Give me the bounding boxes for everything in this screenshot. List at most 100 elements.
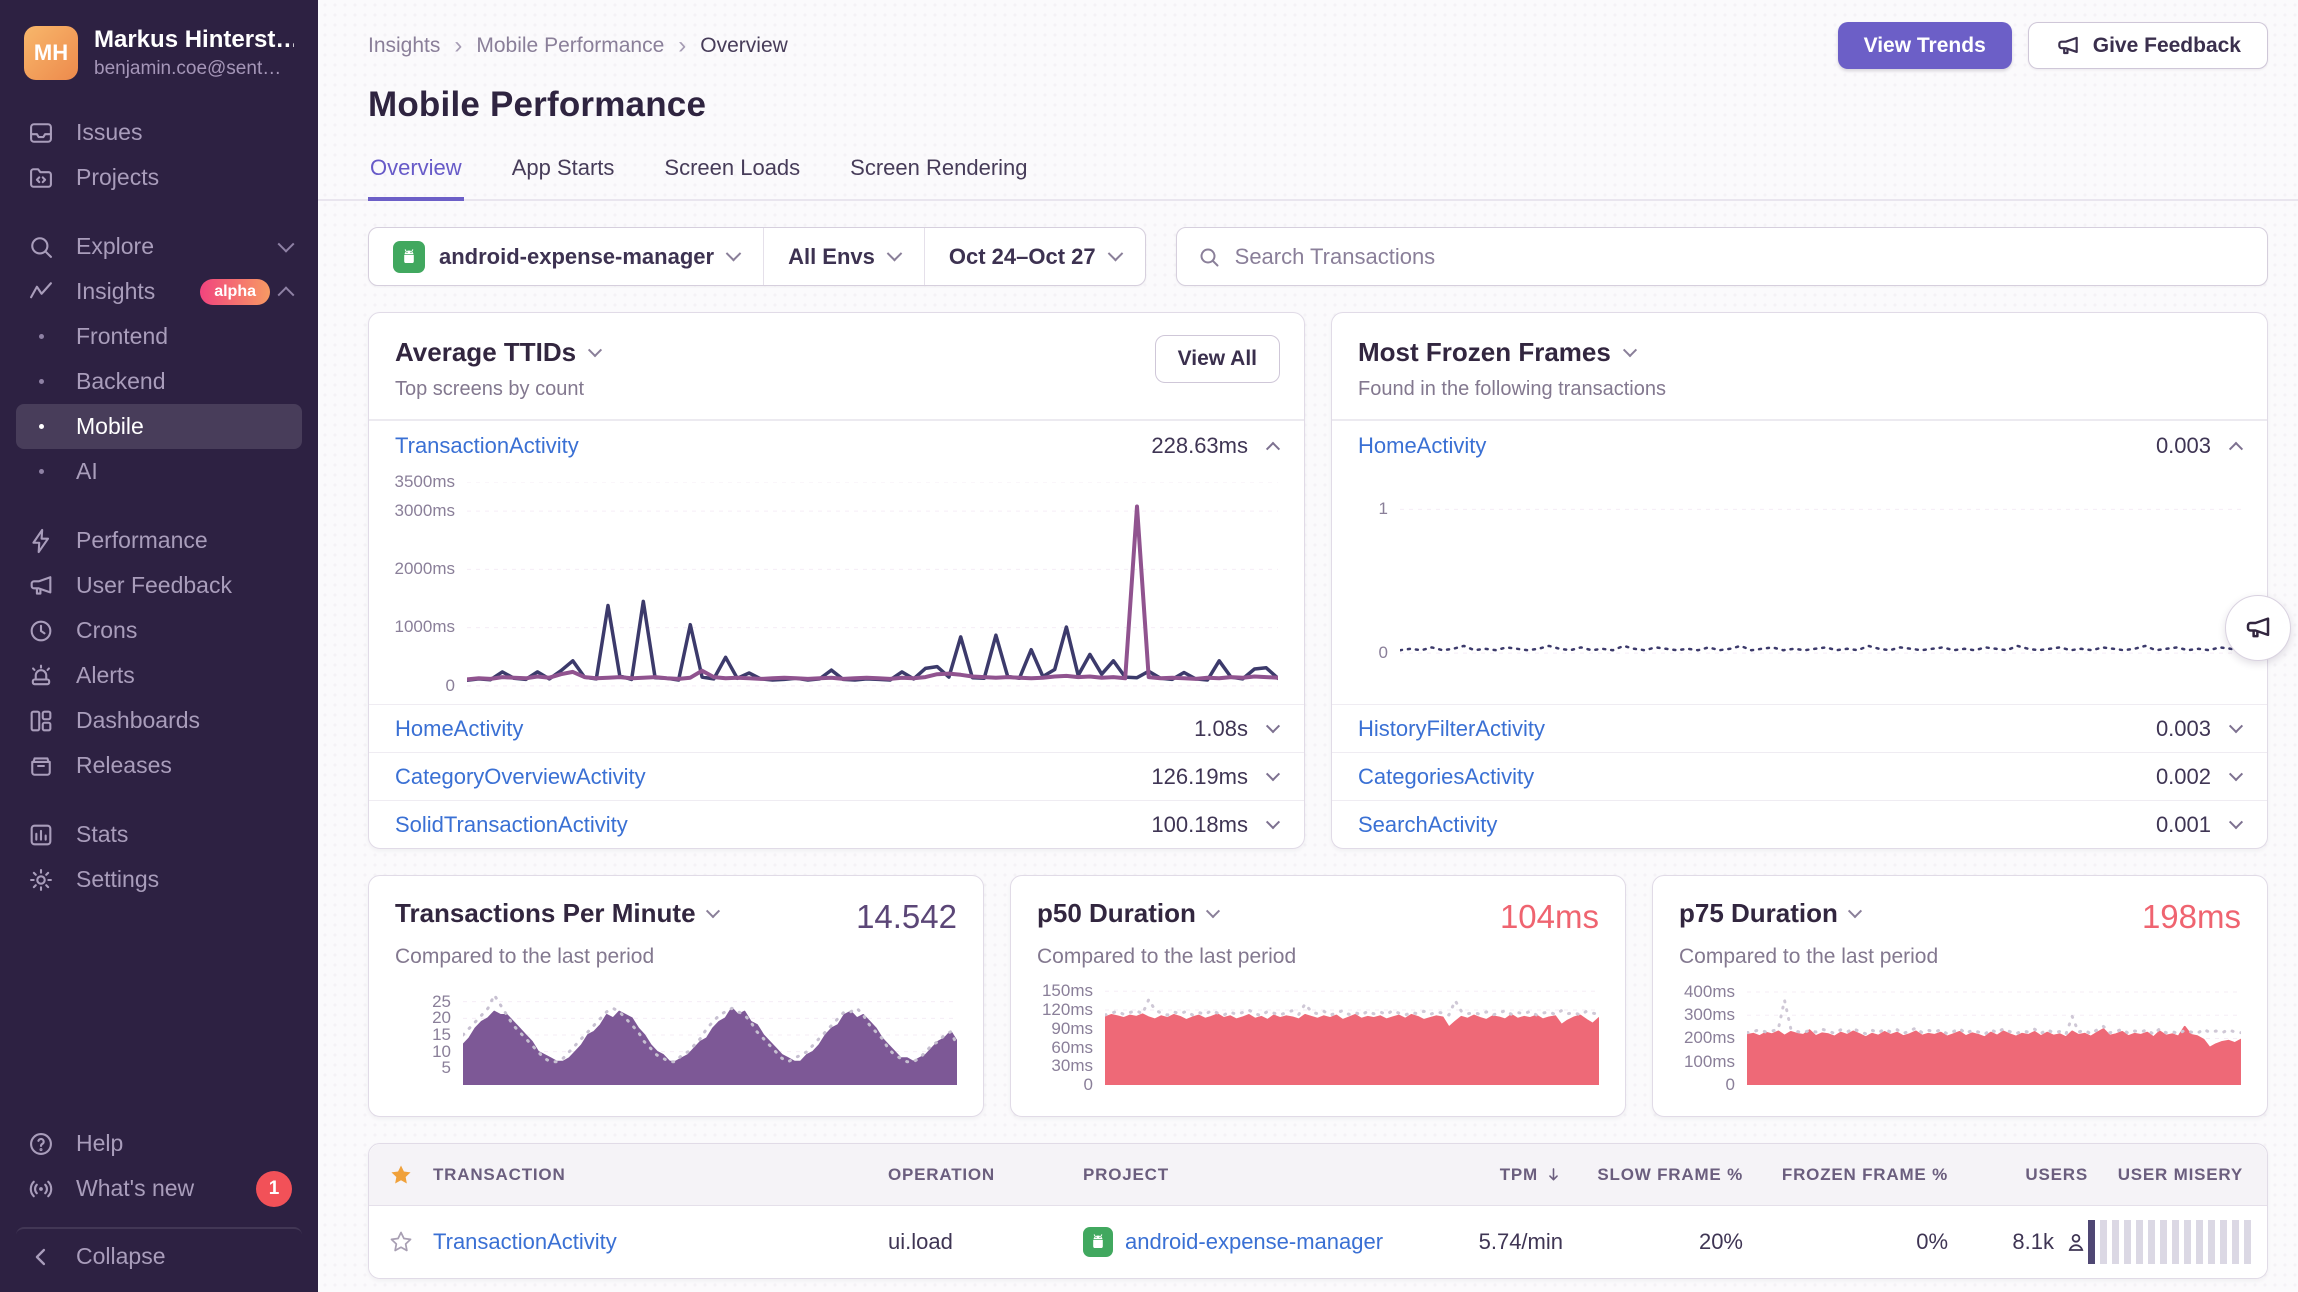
sidebar-item-crons[interactable]: Crons: [16, 608, 302, 653]
transaction-link[interactable]: TransactionActivity: [433, 1229, 617, 1254]
tab-overview[interactable]: Overview: [368, 145, 464, 201]
project-filter[interactable]: android-expense-manager: [369, 228, 763, 285]
tpm-value: 14.542: [856, 898, 957, 936]
sidebar-item-whats-new[interactable]: What's new 1: [16, 1166, 302, 1211]
sidebar-item-releases[interactable]: Releases: [16, 743, 302, 788]
sidebar-item-projects[interactable]: Projects: [16, 155, 302, 200]
y-axis-labels: 150ms120ms90ms60ms30ms0: [1037, 985, 1105, 1085]
expand-row-icon[interactable]: [1266, 719, 1280, 733]
sidebar-item-label: User Feedback: [76, 572, 232, 599]
col-frozen-frame[interactable]: FROZEN FRAME %: [1782, 1165, 1948, 1185]
transaction-link[interactable]: SearchActivity: [1358, 812, 1497, 838]
col-project[interactable]: PROJECT: [1083, 1165, 1413, 1185]
frozen-row-home-activity: HomeActivity 0.003: [1332, 421, 2267, 472]
breadcrumb-mobile-performance[interactable]: Mobile Performance: [476, 34, 664, 58]
breadcrumb-insights[interactable]: Insights: [368, 34, 440, 58]
collapse-row-icon[interactable]: [2229, 442, 2243, 456]
search-input[interactable]: [1235, 244, 2247, 270]
tab-screen-rendering[interactable]: Screen Rendering: [848, 145, 1029, 199]
sidebar-item-frontend[interactable]: Frontend: [16, 314, 302, 359]
collapse-row-icon[interactable]: [1266, 442, 1280, 456]
expand-row-icon[interactable]: [1266, 815, 1280, 829]
sidebar-item-backend[interactable]: Backend: [16, 359, 302, 404]
transaction-link[interactable]: CategoriesActivity: [1358, 764, 1534, 790]
chevron-right-icon: ›: [678, 34, 686, 58]
col-operation[interactable]: OPERATION: [888, 1165, 1083, 1185]
table-header-row: TRANSACTION OPERATION PROJECT TPM SLOW F…: [369, 1144, 2267, 1206]
operation-cell: ui.load: [888, 1229, 1083, 1255]
sidebar-item-stats[interactable]: Stats: [16, 812, 302, 857]
sidebar-item-alerts[interactable]: Alerts: [16, 653, 302, 698]
project-link[interactable]: android-expense-manager: [1125, 1229, 1383, 1255]
breadcrumb: Insights › Mobile Performance › Overview: [368, 34, 788, 58]
chevron-up-icon: [278, 286, 295, 303]
give-feedback-button[interactable]: Give Feedback: [2028, 22, 2268, 69]
transaction-link[interactable]: HomeActivity: [1358, 433, 1486, 459]
col-tpm-sorted[interactable]: TPM: [1500, 1165, 1563, 1185]
col-transaction[interactable]: TRANSACTION: [433, 1165, 888, 1185]
ttid-row-solid-transaction-activity: SolidTransactionActivity 100.18ms: [369, 800, 1304, 848]
col-users[interactable]: USERS: [2025, 1165, 2088, 1185]
sidebar-item-label: Mobile: [76, 413, 144, 440]
chevron-down-icon[interactable]: [588, 343, 602, 357]
transaction-link[interactable]: HistoryFilterActivity: [1358, 716, 1545, 742]
sidebar-collapse-button[interactable]: Collapse: [16, 1227, 302, 1272]
sidebar-item-ai[interactable]: AI: [16, 449, 302, 494]
col-user-misery[interactable]: USER MISERY: [2118, 1165, 2267, 1185]
sidebar-item-label: Projects: [76, 164, 159, 191]
expand-row-icon[interactable]: [2229, 719, 2243, 733]
transaction-link[interactable]: HomeActivity: [395, 716, 523, 742]
sidebar-item-performance[interactable]: Performance: [16, 518, 302, 563]
sidebar-item-help[interactable]: Help: [16, 1121, 302, 1166]
ttid-value: 228.63ms: [1151, 433, 1248, 459]
star-filled-icon[interactable]: [388, 1162, 414, 1188]
transaction-link[interactable]: CategoryOverviewActivity: [395, 764, 646, 790]
chevron-down-icon[interactable]: [705, 904, 719, 918]
average-ttids-card: Average TTIDs Top screens by count View …: [368, 312, 1305, 849]
filter-bar: android-expense-manager All Envs Oct 24–…: [368, 227, 2268, 286]
view-all-button[interactable]: View All: [1155, 335, 1280, 383]
frozen-value: 0.001: [2156, 812, 2211, 838]
expand-row-icon[interactable]: [2229, 767, 2243, 781]
tab-app-starts[interactable]: App Starts: [510, 145, 617, 199]
sidebar-item-mobile[interactable]: Mobile: [16, 404, 302, 449]
date-range-filter[interactable]: Oct 24–Oct 27: [924, 228, 1145, 285]
view-trends-button[interactable]: View Trends: [1838, 22, 2012, 69]
sidebar: MH Markus Hinterst… benjamin.coe@sent… I…: [0, 0, 318, 1292]
search-transactions-box: [1176, 227, 2268, 286]
tab-screen-loads[interactable]: Screen Loads: [662, 145, 802, 199]
sidebar-item-issues[interactable]: Issues: [16, 110, 302, 155]
bullet-icon: [26, 412, 56, 442]
lightning-icon: [26, 526, 56, 556]
sidebar-item-dashboards[interactable]: Dashboards: [16, 698, 302, 743]
main-content: Insights › Mobile Performance › Overview…: [318, 0, 2298, 1292]
expand-row-icon[interactable]: [1266, 767, 1280, 781]
sidebar-item-insights[interactable]: Insights alpha: [16, 269, 302, 314]
chevron-down-icon[interactable]: [1206, 904, 1220, 918]
star-outline-icon[interactable]: [388, 1229, 414, 1255]
megaphone-icon: [26, 571, 56, 601]
frozen-card-title: Most Frozen Frames: [1358, 337, 1611, 368]
col-slow-frame[interactable]: SLOW FRAME %: [1597, 1165, 1743, 1185]
tpm-subtitle: Compared to the last period: [395, 945, 957, 969]
y-axis-labels: 3500ms3000ms2000ms1000ms0: [381, 482, 467, 694]
bar-chart-icon: [26, 820, 56, 850]
sidebar-item-label: What's new: [76, 1175, 194, 1202]
sidebar-item-label: Collapse: [76, 1243, 166, 1270]
ttid-card-title: Average TTIDs: [395, 337, 576, 368]
transaction-link[interactable]: SolidTransactionActivity: [395, 812, 628, 838]
sidebar-item-explore[interactable]: Explore: [16, 224, 302, 269]
sidebar-item-settings[interactable]: Settings: [16, 857, 302, 902]
users-count: 8.1k: [2012, 1229, 2054, 1255]
user-menu[interactable]: MH Markus Hinterst… benjamin.coe@sent…: [16, 26, 302, 80]
expand-row-icon[interactable]: [2229, 815, 2243, 829]
transaction-link[interactable]: TransactionActivity: [395, 433, 579, 459]
floating-feedback-button[interactable]: [2225, 595, 2291, 661]
sidebar-item-label: Insights: [76, 278, 155, 305]
chevron-down-icon[interactable]: [1623, 343, 1637, 357]
broadcast-icon: [26, 1174, 56, 1204]
chevron-down-icon[interactable]: [1848, 904, 1862, 918]
project-filter-value: android-expense-manager: [439, 244, 714, 270]
environment-filter[interactable]: All Envs: [763, 228, 924, 285]
sidebar-item-user-feedback[interactable]: User Feedback: [16, 563, 302, 608]
